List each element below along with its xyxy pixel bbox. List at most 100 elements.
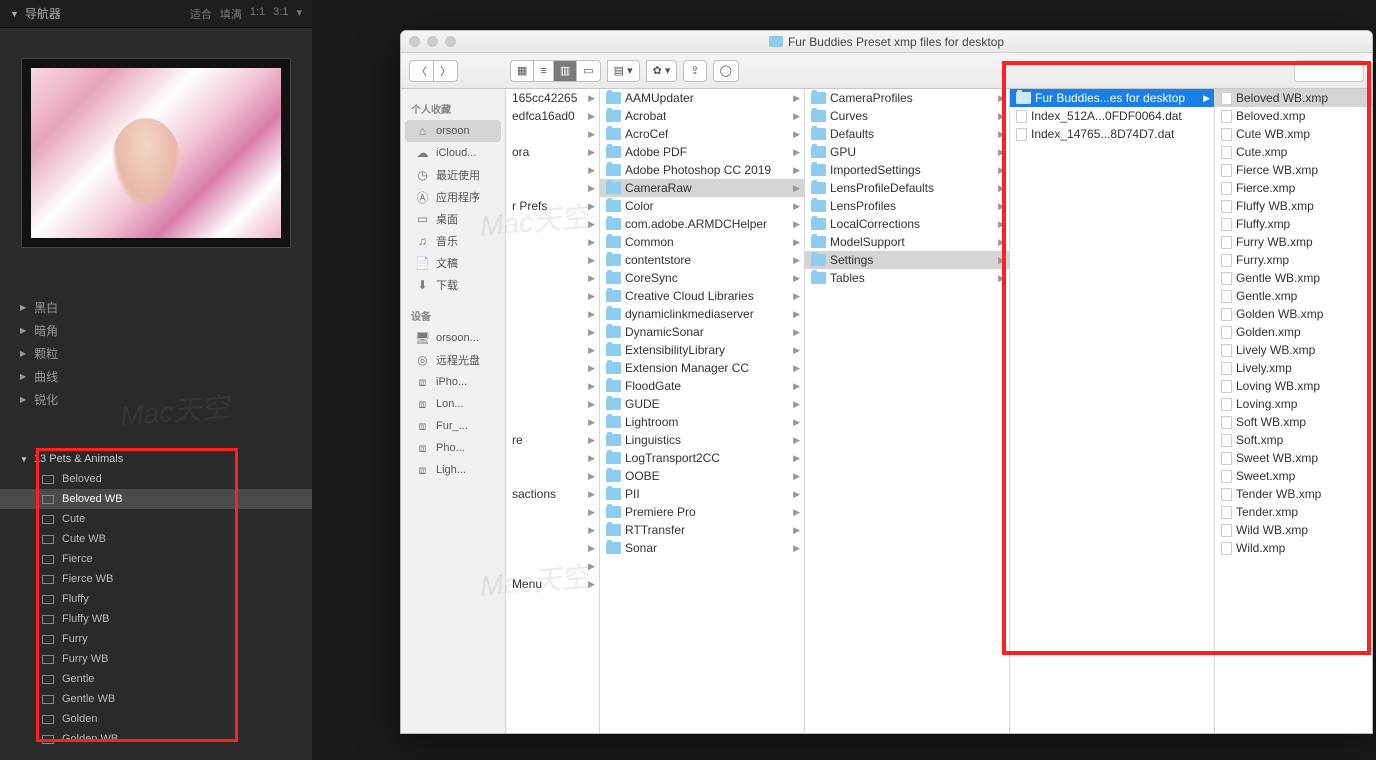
navigator-preview[interactable]: [21, 58, 291, 248]
forward-button[interactable]: 〉: [433, 60, 458, 82]
file-row[interactable]: Fierce WB.xmp: [1215, 161, 1372, 179]
sidebar-item[interactable]: ⬇下载: [401, 274, 505, 296]
file-row[interactable]: Gentle WB.xmp: [1215, 269, 1372, 287]
file-row[interactable]: ▶: [506, 557, 599, 575]
file-row[interactable]: com.adobe.ARMDCHelper▶: [600, 215, 804, 233]
file-row[interactable]: Acrobat▶: [600, 107, 804, 125]
file-row[interactable]: Sweet.xmp: [1215, 467, 1372, 485]
file-row[interactable]: Lightroom▶: [600, 413, 804, 431]
column-view-button[interactable]: ▥: [553, 60, 576, 82]
preset-item[interactable]: Fluffy WB: [0, 609, 312, 629]
file-row[interactable]: Furry WB.xmp: [1215, 233, 1372, 251]
column-4[interactable]: Fur Buddies...es for desktop▶Index_512A.…: [1010, 89, 1215, 733]
file-row[interactable]: ▶: [506, 305, 599, 323]
file-row[interactable]: Fluffy.xmp: [1215, 215, 1372, 233]
file-row[interactable]: CameraProfiles▶: [805, 89, 1009, 107]
file-row[interactable]: ▶: [506, 359, 599, 377]
file-row[interactable]: sactions▶: [506, 485, 599, 503]
preset-item[interactable]: Gentle WB: [0, 689, 312, 709]
file-row[interactable]: ModelSupport▶: [805, 233, 1009, 251]
gallery-view-button[interactable]: ▭: [576, 60, 600, 82]
file-row[interactable]: Index_512A...0FDF0064.dat: [1010, 107, 1214, 125]
sidebar-item[interactable]: 📄文稿: [401, 252, 505, 274]
list-view-button[interactable]: ≡: [533, 60, 552, 82]
finder-titlebar[interactable]: Fur Buddies Preset xmp files for desktop: [401, 31, 1372, 53]
panel-section[interactable]: ▶颗粒: [20, 342, 292, 365]
file-row[interactable]: Wild.xmp: [1215, 539, 1372, 557]
preset-item[interactable]: Furry: [0, 629, 312, 649]
file-row[interactable]: Fluffy WB.xmp: [1215, 197, 1372, 215]
file-row[interactable]: ▶: [506, 233, 599, 251]
file-row[interactable]: edfca16ad0▶: [506, 107, 599, 125]
file-row[interactable]: Index_14765...8D74D7.dat: [1010, 125, 1214, 143]
sidebar-item[interactable]: Ⓐ应用程序: [401, 186, 505, 208]
file-row[interactable]: ▶: [506, 413, 599, 431]
file-row[interactable]: ▶: [506, 467, 599, 485]
column-3[interactable]: CameraProfiles▶Curves▶Defaults▶GPU▶Impor…: [805, 89, 1010, 733]
icon-view-button[interactable]: ▦: [510, 60, 533, 82]
panel-section[interactable]: ▶锐化: [20, 388, 292, 411]
preset-item[interactable]: Gentle: [0, 669, 312, 689]
preset-item[interactable]: Golden WB: [0, 729, 312, 749]
file-row[interactable]: Sweet WB.xmp: [1215, 449, 1372, 467]
preset-group-header[interactable]: ▼ 13 Pets & Animals: [0, 449, 312, 469]
file-row[interactable]: ▶: [506, 251, 599, 269]
file-row[interactable]: 165cc42265▶: [506, 89, 599, 107]
file-row[interactable]: Adobe PDF▶: [600, 143, 804, 161]
preset-item[interactable]: Furry WB: [0, 649, 312, 669]
file-row[interactable]: Beloved.xmp: [1215, 107, 1372, 125]
column-1[interactable]: 165cc42265▶edfca16ad0▶▶ora▶▶▶r Prefs▶▶▶▶…: [506, 89, 600, 733]
file-row[interactable]: Tender WB.xmp: [1215, 485, 1372, 503]
preset-item[interactable]: Fierce: [0, 549, 312, 569]
file-row[interactable]: FloodGate▶: [600, 377, 804, 395]
file-row[interactable]: ▶: [506, 341, 599, 359]
file-row[interactable]: ▶: [506, 503, 599, 521]
file-row[interactable]: ▶: [506, 395, 599, 413]
file-row[interactable]: re▶: [506, 431, 599, 449]
preset-item[interactable]: Fluffy: [0, 589, 312, 609]
file-row[interactable]: ▶: [506, 269, 599, 287]
search-field[interactable]: [1294, 60, 1364, 82]
file-row[interactable]: LensProfiles▶: [805, 197, 1009, 215]
file-row[interactable]: Menu▶: [506, 575, 599, 593]
arrange-button[interactable]: ▤ ▾: [607, 60, 640, 82]
file-row[interactable]: Wild WB.xmp: [1215, 521, 1372, 539]
file-row[interactable]: DynamicSonar▶: [600, 323, 804, 341]
file-row[interactable]: r Prefs▶: [506, 197, 599, 215]
file-row[interactable]: GUDE▶: [600, 395, 804, 413]
preset-item[interactable]: Beloved WB: [0, 489, 312, 509]
file-row[interactable]: ▶: [506, 215, 599, 233]
file-row[interactable]: ▶: [506, 161, 599, 179]
file-row[interactable]: ▶: [506, 179, 599, 197]
file-row[interactable]: ▶: [506, 323, 599, 341]
file-row[interactable]: ▶: [506, 377, 599, 395]
file-row[interactable]: Loving.xmp: [1215, 395, 1372, 413]
column-2[interactable]: AAMUpdater▶Acrobat▶AcroCef▶Adobe PDF▶Ado…: [600, 89, 805, 733]
file-row[interactable]: Common▶: [600, 233, 804, 251]
sidebar-item[interactable]: ▭桌面: [401, 208, 505, 230]
file-row[interactable]: Soft.xmp: [1215, 431, 1372, 449]
file-row[interactable]: ▶: [506, 521, 599, 539]
sidebar-item[interactable]: ◷最近使用: [401, 164, 505, 186]
file-row[interactable]: Premiere Pro▶: [600, 503, 804, 521]
file-row[interactable]: Cute.xmp: [1215, 143, 1372, 161]
file-row[interactable]: CoreSync▶: [600, 269, 804, 287]
file-row[interactable]: Creative Cloud Libraries▶: [600, 287, 804, 305]
file-row[interactable]: LogTransport2CC▶: [600, 449, 804, 467]
file-row[interactable]: Cute WB.xmp: [1215, 125, 1372, 143]
sidebar-item[interactable]: ⧈Pho...: [401, 437, 505, 459]
sidebar-item[interactable]: ⧈iPho...: [401, 371, 505, 393]
sidebar-item[interactable]: ♫音乐: [401, 230, 505, 252]
minimize-button[interactable]: [427, 36, 438, 47]
file-row[interactable]: Sonar▶: [600, 539, 804, 557]
preset-item[interactable]: Cute: [0, 509, 312, 529]
zoom-3to1[interactable]: 3:1: [273, 6, 288, 22]
file-row[interactable]: Gentle.xmp: [1215, 287, 1372, 305]
file-row[interactable]: CameraRaw▶: [600, 179, 804, 197]
file-row[interactable]: ImportedSettings▶: [805, 161, 1009, 179]
sidebar-item[interactable]: ⧈Lon...: [401, 393, 505, 415]
file-row[interactable]: ▶: [506, 287, 599, 305]
file-row[interactable]: contentstore▶: [600, 251, 804, 269]
file-row[interactable]: PII▶: [600, 485, 804, 503]
file-row[interactable]: GPU▶: [805, 143, 1009, 161]
